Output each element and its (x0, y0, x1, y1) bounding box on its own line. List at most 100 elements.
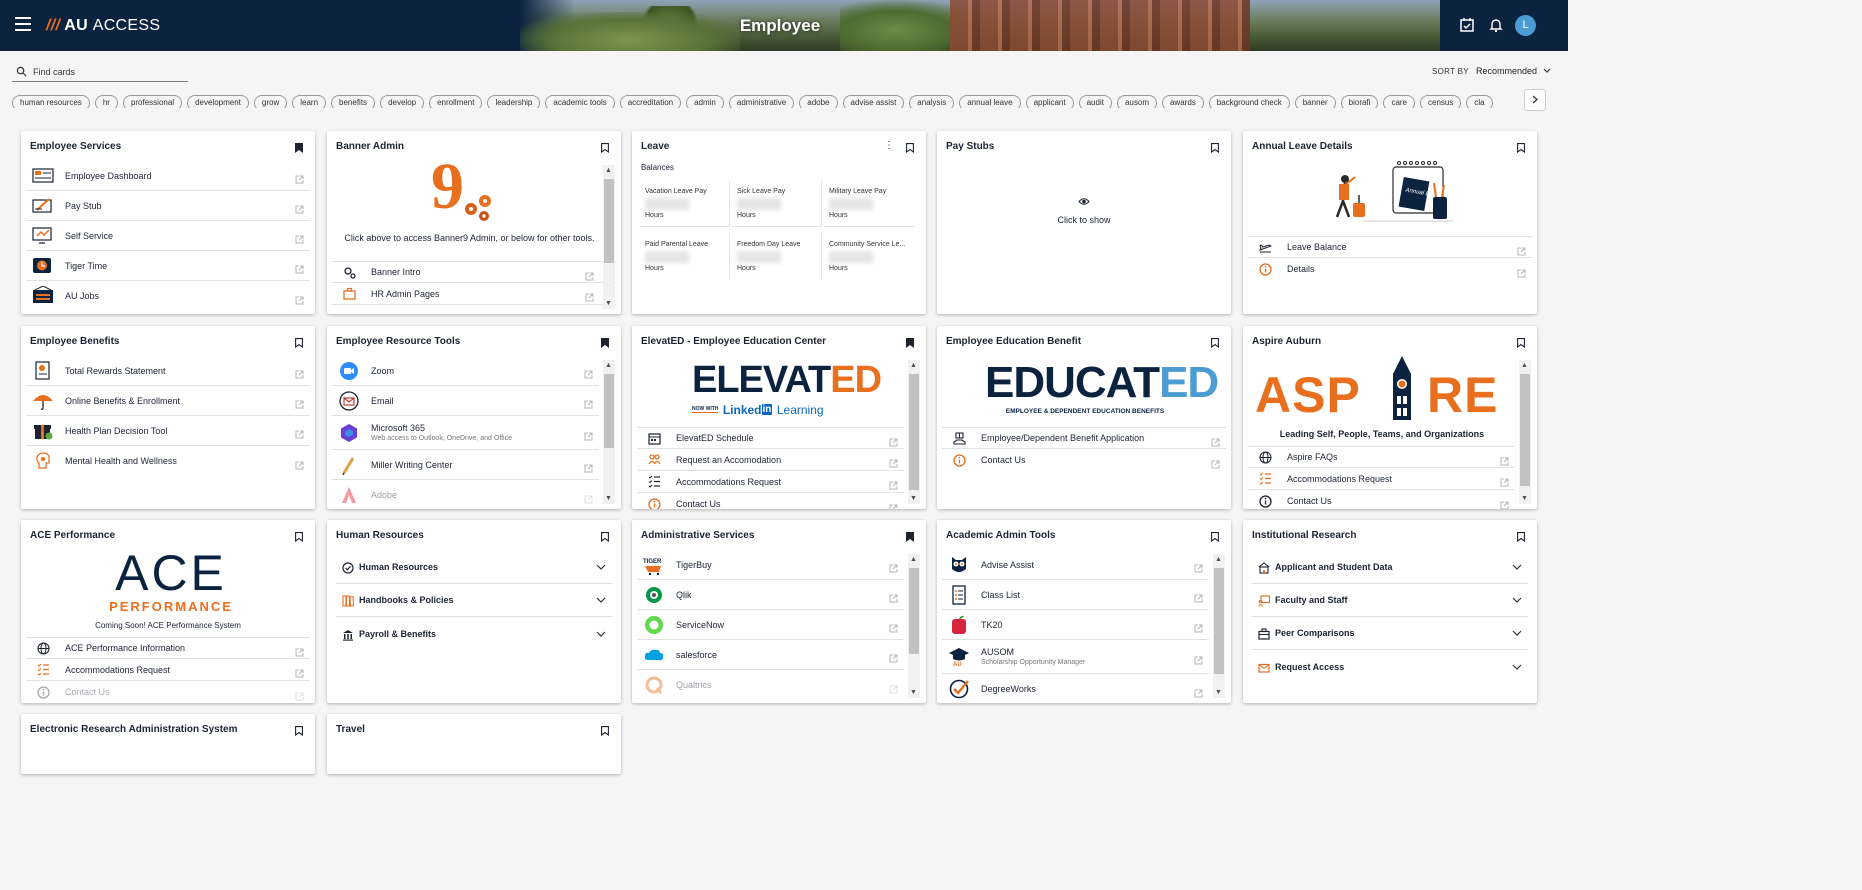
link-employee-dashboard[interactable]: Employee Dashboard (26, 161, 310, 191)
hamburger-menu-icon[interactable] (15, 17, 31, 33)
link-mental-health-wellness[interactable]: Mental Health and Wellness (26, 446, 310, 476)
filter-chip[interactable]: analysis (909, 95, 955, 108)
accordion-faculty-staff[interactable]: Faculty and Staff (1252, 584, 1528, 617)
filter-chip[interactable]: accreditation (619, 95, 682, 108)
link-aspire-faqs[interactable]: Aspire FAQs (1248, 446, 1515, 468)
link-tk20[interactable]: TK20 (942, 610, 1209, 640)
filter-chip[interactable]: leadership (487, 95, 541, 108)
filter-chip[interactable]: care (1383, 95, 1415, 108)
link-contact-us[interactable]: Contact Us (1248, 490, 1515, 509)
link-pay-stub[interactable]: Pay Stub (26, 191, 310, 221)
chips-next-button[interactable] (1524, 89, 1546, 111)
bookmark-icon[interactable] (1211, 335, 1219, 349)
card-scrollbar[interactable]: ▲ ▼ (603, 360, 615, 504)
card-scrollbar[interactable]: ▲ ▼ (1519, 360, 1531, 504)
bookmark-icon[interactable] (601, 140, 609, 154)
link-total-rewards-statement[interactable]: Total Rewards Statement (26, 356, 310, 386)
filter-chip[interactable]: grow (253, 95, 288, 108)
link-hr-admin-pages[interactable]: HR Admin Pages (332, 283, 616, 305)
link-benefit-application[interactable]: Employee/Dependent Benefit Application (942, 427, 1226, 449)
link-contact-us[interactable]: Contact Us (942, 449, 1226, 471)
filter-chip[interactable]: ausom (1116, 95, 1157, 108)
user-avatar[interactable]: L (1515, 15, 1536, 36)
link-health-plan-decision-tool[interactable]: Health Plan Decision Tool (26, 416, 310, 446)
sort-control[interactable]: SORT BY Recommended (1432, 66, 1551, 76)
bookmark-icon[interactable] (1517, 140, 1525, 154)
link-accommodations-request[interactable]: Accommodations Request (637, 471, 904, 493)
filter-chip[interactable]: applicant (1025, 95, 1074, 108)
card-scrollbar[interactable]: ▲ ▼ (908, 554, 920, 698)
link-request-accomodation[interactable]: Request an Accomodation (637, 449, 904, 471)
link-degreeworks[interactable]: DegreeWorks (942, 674, 1209, 703)
link-ace-performance-information[interactable]: ACE Performance Information (26, 637, 310, 659)
filter-chip[interactable]: biorafi (1340, 95, 1379, 108)
filter-chip[interactable]: enrollment (429, 95, 483, 108)
bookmark-icon[interactable] (1517, 335, 1525, 349)
elevated-logo[interactable]: ELEVATED NOW WITH Linkedin Learning (692, 360, 882, 420)
more-options-icon[interactable]: ⋮ (884, 140, 894, 151)
bookmark-icon[interactable] (295, 335, 303, 349)
bookmark-icon[interactable] (906, 140, 914, 154)
bookmark-filled-icon[interactable] (906, 529, 914, 542)
bookmark-icon[interactable] (295, 723, 303, 737)
link-miller-writing-center[interactable]: Miller Writing Center (332, 450, 599, 480)
banner9-logo[interactable]: 9 (429, 151, 499, 227)
link-servicenow[interactable]: ServiceNow (637, 610, 904, 640)
filter-chip[interactable]: advise assist (842, 95, 905, 108)
aspire-logo[interactable]: ASP RE (1255, 356, 1515, 422)
card-scrollbar[interactable]: ▲ ▼ (1213, 554, 1225, 698)
link-accommodations-request[interactable]: Accommodations Request (26, 659, 310, 681)
link-adobe[interactable]: Adobe (332, 480, 599, 509)
bookmark-filled-icon[interactable] (601, 335, 609, 348)
bookmark-icon[interactable] (601, 723, 609, 737)
filter-chip[interactable]: hr (94, 95, 118, 108)
accordion-peer-comparisons[interactable]: Peer Comparisons (1252, 617, 1528, 650)
accordion-applicant-student-data[interactable]: Applicant and Student Data (1252, 551, 1528, 584)
filter-chip[interactable]: background check (1208, 95, 1290, 108)
link-salesforce[interactable]: salesforce (637, 640, 904, 670)
card-scrollbar[interactable]: ▲ ▼ (908, 360, 920, 504)
bookmark-icon[interactable] (1211, 529, 1219, 543)
sort-value[interactable]: Recommended (1476, 66, 1537, 76)
link-tiger-time[interactable]: Tiger Time (26, 251, 310, 281)
accordion-payroll-benefits[interactable]: Payroll & Benefits (336, 617, 612, 650)
filter-chip[interactable]: professional (122, 95, 183, 108)
accordion-handbooks-policies[interactable]: Handbooks & Policies (336, 584, 612, 617)
click-to-show-button[interactable]: Click to show (1037, 193, 1131, 225)
link-qualtrics[interactable]: Qualtrics (637, 670, 904, 700)
bookmark-icon[interactable] (1517, 529, 1525, 543)
link-class-list[interactable]: Class List (942, 580, 1209, 610)
find-cards-search[interactable] (12, 62, 188, 82)
link-microsoft-365[interactable]: Microsoft 365 Web access to Outlook, OneD… (332, 416, 599, 450)
link-qlik[interactable]: Qlik (637, 580, 904, 610)
filter-chip[interactable]: learn (292, 95, 327, 108)
filter-chip[interactable]: development (187, 95, 249, 108)
filter-chip[interactable]: admin (686, 95, 724, 108)
link-ausom[interactable]: AU AUSOM Scholarship Opportunity Manager (942, 640, 1209, 674)
filter-chip[interactable]: administrative (728, 95, 795, 108)
filter-chip[interactable]: banner (1294, 95, 1336, 108)
link-tigerbuy[interactable]: TIGER TigerBuy (637, 550, 904, 580)
accordion-human-resources[interactable]: Human Resources (336, 551, 612, 584)
link-zoom[interactable]: Zoom (332, 356, 599, 386)
educated-logo[interactable]: EDUCATED EMPLOYEE & DEPENDENT EDUCATION … (985, 360, 1219, 420)
filter-chip[interactable]: adobe (799, 95, 838, 108)
bookmark-icon[interactable] (1211, 140, 1219, 154)
link-leave-balance[interactable]: Leave Balance (1248, 236, 1532, 258)
link-online-benefits-enrollment[interactable]: Online Benefits & Enrollment (26, 386, 310, 416)
link-banner-intro[interactable]: Banner Intro (332, 261, 616, 283)
filter-chip[interactable]: academic tools (545, 95, 615, 108)
link-advise-assist[interactable]: Advise Assist (942, 550, 1209, 580)
bookmark-filled-icon[interactable] (295, 140, 303, 153)
filter-chip[interactable]: awards (1161, 95, 1204, 108)
filter-chip[interactable]: cla (1466, 95, 1493, 108)
search-input[interactable] (33, 66, 183, 77)
link-details[interactable]: Details (1248, 258, 1532, 280)
card-scrollbar[interactable]: ▲ ▼ (603, 165, 615, 309)
link-contact-us[interactable]: Contact Us (637, 493, 904, 509)
link-contact-us[interactable]: Contact Us (26, 681, 310, 703)
au-access-logo[interactable]: ///AU ACCESS (46, 17, 160, 35)
bookmark-icon[interactable] (295, 529, 303, 543)
link-elevated-schedule[interactable]: ElevatED Schedule (637, 427, 904, 449)
ace-performance-logo[interactable]: ACE PERFORMANCE (91, 548, 251, 620)
